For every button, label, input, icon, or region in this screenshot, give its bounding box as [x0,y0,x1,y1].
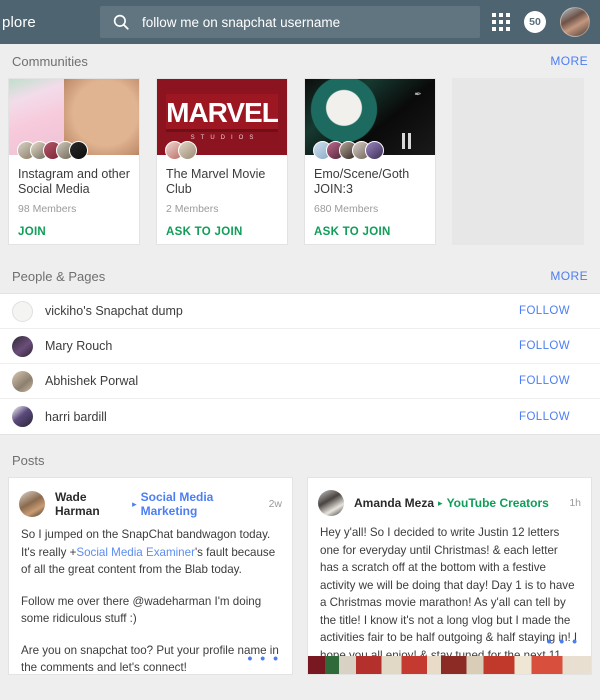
person-name: Abhishek Porwal [45,374,139,388]
community-member-avatars [313,141,384,160]
communities-section-header: Communities MORE [0,44,600,78]
follow-button[interactable]: FOLLOW [519,305,588,317]
list-item[interactable]: vickiho's Snapchat dump FOLLOW [0,294,600,329]
post-header: Amanda Meza ▸ YouTube Creators 1h [308,478,591,524]
avatar [19,491,45,517]
decorative-bars-icon [402,133,411,149]
people-section-header: People & Pages MORE [0,259,600,293]
person-name: Mary Rouch [45,339,113,353]
community-body: The Marvel Movie Club 2 Members ASK TO J… [157,155,287,238]
post-paragraph: Are you on snapchat too? Put your profil… [21,643,279,675]
post-paragraph: So I jumped on the SnapChat bandwagon to… [21,526,280,579]
avatar[interactable] [560,7,590,37]
follow-button[interactable]: FOLLOW [519,411,588,423]
post-text: Hey y'all! So I decided to write Justin … [320,526,578,674]
chevron-right-icon: ▸ [438,497,443,508]
people-list: vickiho's Snapchat dump FOLLOW Mary Rouc… [0,293,600,435]
community-card[interactable]: Instagram and other Social Media 98 Memb… [8,78,140,245]
list-item[interactable]: Abhishek Porwal FOLLOW [0,364,600,399]
community-name: The Marvel Movie Club [166,167,266,196]
post-expand-button[interactable]: • • • [248,651,280,665]
avatar [12,300,33,322]
people-title: People & Pages [12,268,106,284]
avatar [12,335,33,357]
post-community-link[interactable]: Social Media Marketing [141,490,263,518]
apps-grid-icon[interactable] [492,13,510,31]
communities-title: Communities [12,53,88,69]
follow-button[interactable]: FOLLOW [519,340,588,352]
post-mention-link[interactable]: Social Media Examiner [76,546,195,559]
post-paragraph: Hey y'all! So I decided to write Justin … [320,524,579,674]
list-item[interactable]: Mary Rouch FOLLOW [0,329,600,364]
community-body: Emo/Scene/Goth JOIN:3 680 Members ASK TO… [305,155,435,238]
community-member-avatars [165,141,197,160]
person-name: harri bardill [45,409,107,424]
posts-section-header: Posts [0,443,600,477]
top-header: plore 50 [0,0,600,44]
list-item[interactable]: harri bardill FOLLOW [0,399,600,434]
community-member-count: 680 Members [314,203,379,215]
search-input[interactable] [142,14,468,30]
post-card[interactable]: Amanda Meza ▸ YouTube Creators 1h Hey y'… [307,477,592,675]
community-name: Instagram and other Social Media [18,167,130,196]
community-member-avatars [17,141,88,160]
avatar [12,370,33,392]
communities-more-link[interactable]: MORE [550,54,588,68]
marvel-logo-subtitle: STUDIOS [190,134,260,141]
community-card[interactable]: MARVEL STUDIOS The Marvel Movie Club 2 M… [156,78,288,245]
post-author-name: Amanda Meza [354,496,435,510]
post-body: Hey y'all! So I decided to write Justin … [308,524,591,674]
post-community-link[interactable]: YouTube Creators [447,496,549,510]
post-timestamp: 1h [569,497,581,509]
post-paragraph: Follow me over there @wadeharman I'm doi… [21,594,262,626]
community-join-button[interactable]: JOIN [18,226,130,238]
post-media-image[interactable] [308,656,591,674]
avatar [318,490,344,516]
posts-title: Posts [12,452,45,468]
notification-badge[interactable]: 50 [524,11,546,33]
community-card-placeholder [452,78,584,245]
community-card[interactable]: ✒ Emo/Scene/Goth JOIN:3 680 Members ASK … [304,78,436,245]
search-bar[interactable] [100,6,480,38]
avatar [12,406,33,427]
post-author-name: Wade Harman [55,490,100,518]
community-member-count: 2 Members [166,203,219,215]
follow-button[interactable]: FOLLOW [519,375,588,387]
chevron-right-icon: ▸ [132,498,137,509]
post-expand-button[interactable]: • • • [547,634,579,648]
community-member-count: 98 Members [18,203,77,215]
community-ask-to-join-button[interactable]: ASK TO JOIN [314,226,426,238]
post-card[interactable]: Wade Harman ▸ Social Media Marketing 2w … [8,477,293,675]
posts-row: Wade Harman ▸ Social Media Marketing 2w … [0,477,600,675]
search-icon [112,13,130,31]
person-name: vickiho's Snapchat dump [45,304,183,318]
people-more-link[interactable]: MORE [550,269,588,283]
marvel-logo-icon: MARVEL [166,93,279,132]
community-name: Emo/Scene/Goth JOIN:3 [314,167,410,196]
community-body: Instagram and other Social Media 98 Memb… [9,155,139,238]
post-timestamp: 2w [268,498,282,510]
marvel-logo-word: MARVEL [166,96,279,128]
community-ask-to-join-button[interactable]: ASK TO JOIN [166,226,278,238]
header-actions: 50 [492,0,594,44]
communities-row: Instagram and other Social Media 98 Memb… [0,78,600,245]
signature-mark-icon: ✒ [413,89,421,99]
post-header: Wade Harman ▸ Social Media Marketing 2w [9,478,292,526]
app-brand-title: plore [2,13,36,31]
